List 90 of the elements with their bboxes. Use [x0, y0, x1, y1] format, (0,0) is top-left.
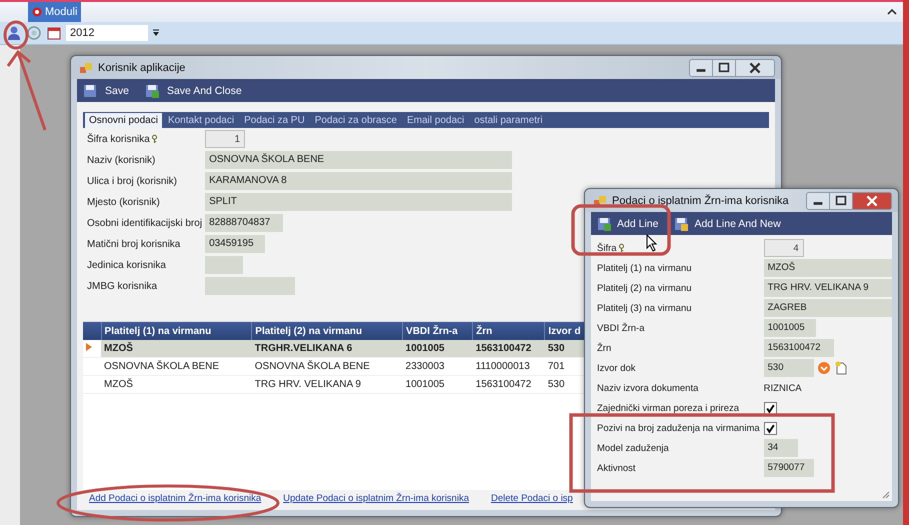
link[interactable]: Add Podaci o isplatnim Žrn-ima korisnika	[89, 493, 262, 504]
field-label: Osobni identifikacijski broj	[87, 218, 202, 228]
field-label: Zajednički virman poreza i prireza	[597, 402, 740, 414]
field-label: Model zaduženja	[597, 442, 669, 454]
table-cell: 1563100472	[472, 376, 545, 394]
field-label: Mjesto (korisnik)	[87, 196, 160, 208]
text-field[interactable]	[205, 256, 244, 274]
table-cell: 1001005	[402, 340, 473, 358]
mouse-pointer-icon	[646, 234, 658, 252]
table-cell: 1110000013	[472, 358, 545, 376]
text-field[interactable]: SPLIT	[205, 193, 512, 211]
text-field[interactable]: MZOŠ	[764, 259, 892, 277]
tab[interactable]: Podaci za obrasce	[310, 113, 401, 128]
table-cell: 1563100472	[472, 340, 545, 358]
window-icon	[593, 194, 607, 208]
text-field[interactable]	[205, 277, 296, 295]
field-label: Šifra	[597, 242, 617, 254]
link[interactable]: Delete Podaci o isp	[490, 493, 573, 504]
field-label: Platitelj (3) na virmanu	[597, 302, 692, 314]
text-field[interactable]: 530	[764, 359, 814, 377]
table-cell: OSNOVNA ŠKOLA BENE	[101, 358, 252, 376]
column-header[interactable]: Žrn	[472, 322, 545, 340]
text-field[interactable]: ZAGREB	[764, 299, 892, 317]
window-icon	[79, 60, 93, 74]
tab[interactable]: Kontakt podaci	[164, 113, 238, 128]
field-label: Naziv izvora dokumenta	[597, 382, 698, 394]
checkbox[interactable]	[764, 422, 777, 434]
field-label: Matični broj korisnika	[87, 238, 180, 250]
table-cell: OSNOVNA ŠKOLA BENE	[252, 358, 403, 376]
table-cell: 2330003	[402, 358, 473, 376]
new-document-icon[interactable]	[834, 361, 848, 375]
field-label: Pozivi na broj zaduženja na virmanima	[597, 422, 760, 434]
table-cell: TRGHR.VELIKANA 6	[252, 340, 403, 358]
toolbar-button[interactable]: Save	[81, 84, 131, 98]
text-field[interactable]: 1563100472	[764, 339, 834, 357]
key-icon	[618, 243, 625, 253]
text-field[interactable]: TRG HRV. VELIKANA 9	[764, 279, 892, 297]
field-label: Aktivnost	[597, 462, 636, 474]
field-value: RIZNICA	[764, 382, 802, 394]
row-pointer-icon	[86, 343, 92, 351]
text-field[interactable]: OSNOVNA ŠKOLA BENE	[205, 151, 512, 169]
tab[interactable]: Osnovni podaci	[85, 113, 162, 128]
toolbar-button[interactable]: Add Line	[595, 216, 660, 230]
checkbox[interactable]	[764, 402, 777, 414]
text-field[interactable]: KARAMANOVA 8	[205, 172, 512, 190]
highlight-circle	[4, 20, 28, 50]
resize-grip-icon[interactable]	[880, 489, 890, 499]
column-header[interactable]: Platitelj (2) na virmanu	[252, 322, 403, 340]
user-icon[interactable]	[6, 25, 22, 41]
module-tab[interactable]: Moduli	[28, 2, 82, 22]
field-label: Platitelj (1) na virmanu	[597, 262, 692, 274]
toolbar-button[interactable]: Save And Close	[142, 84, 244, 98]
dropdown-icon[interactable]	[152, 29, 160, 37]
table-cell: TRG HRV. VELIKANA 9	[252, 376, 403, 394]
close-icon[interactable]	[853, 192, 891, 208]
text-field[interactable]: 82888704837	[205, 214, 284, 232]
calendar-icon[interactable]	[46, 25, 62, 41]
table-cell: MZOŠ	[101, 376, 252, 394]
link[interactable]: Update Podaci o isplatnim Žrn-ima korisnika	[283, 493, 469, 504]
year-combo[interactable]: 2012	[66, 25, 148, 41]
field-label: Izvor dok	[597, 362, 636, 374]
text-field[interactable]: 1001005	[764, 319, 816, 337]
toolbar-button[interactable]: Add Line And New	[672, 216, 783, 230]
tab[interactable]: ostali parametri	[470, 113, 547, 128]
key-icon	[150, 134, 158, 144]
field-label: JMBG korisnika	[87, 280, 158, 292]
field-label: Jedinica korisnika	[87, 260, 166, 270]
text-field[interactable]: 4	[764, 239, 804, 257]
field-label: Naziv (korisnik)	[87, 154, 156, 166]
text-field[interactable]: 5790077	[764, 459, 814, 477]
window-title: Korisnik aplikacije	[98, 62, 186, 74]
field-label: Platitelj (2) na virmanu	[597, 282, 692, 294]
field-label: VBDI Žrn-a	[597, 322, 645, 334]
text-field[interactable]: 34	[764, 439, 798, 457]
column-header[interactable]: Platitelj (1) na virmanu	[101, 322, 252, 340]
table-cell: 1001005	[402, 376, 473, 394]
ring-icon	[32, 7, 42, 17]
table-cell: MZOŠ	[101, 340, 252, 358]
lookup-icon[interactable]	[816, 361, 831, 375]
field-label: Žrn	[597, 342, 612, 354]
tab[interactable]: Podaci za PU	[240, 113, 309, 128]
window-title: Podaci o isplatnim Žrn-ima korisnika	[612, 194, 789, 206]
field-label: Šifra korisnika	[87, 134, 150, 144]
text-field[interactable]: 1	[205, 130, 246, 148]
collapse-icon[interactable]	[887, 8, 897, 16]
field-label: Ulica i broj (korisnik)	[87, 176, 178, 186]
network-icon[interactable]	[26, 25, 42, 41]
column-header[interactable]: VBDI Žrn-a	[402, 322, 473, 340]
text-field[interactable]: 03459195	[205, 235, 266, 253]
tab[interactable]: Email podaci	[402, 113, 468, 128]
